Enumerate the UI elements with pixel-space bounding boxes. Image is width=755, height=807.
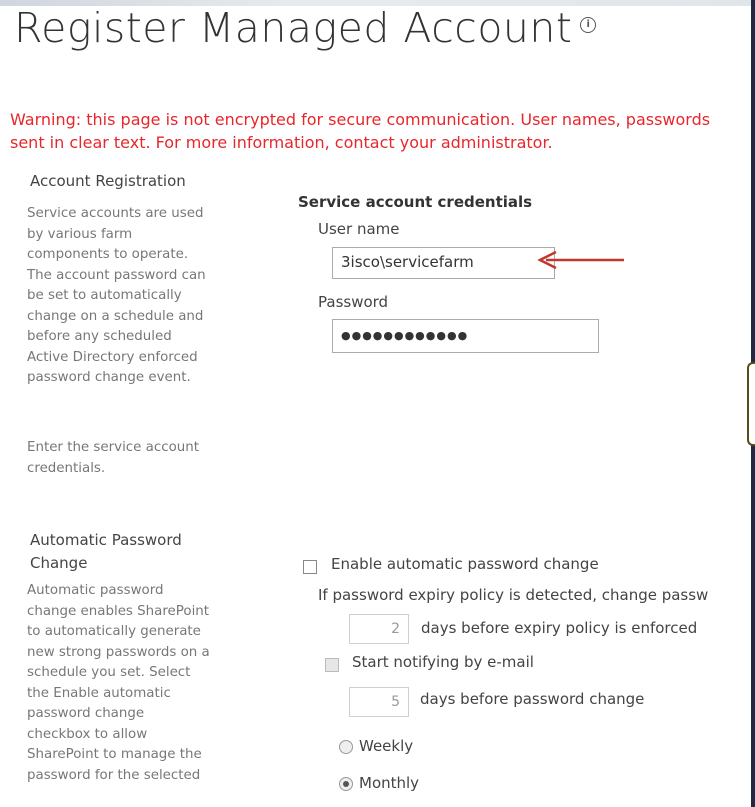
- desc-line: be set to automatically: [27, 288, 182, 303]
- desc-line: The account password can: [27, 267, 206, 283]
- desc-line: SharePoint to manage the: [27, 747, 202, 762]
- desc-line: before any scheduled: [27, 329, 172, 344]
- password-label: Password: [318, 293, 389, 311]
- heading-line: Change: [30, 554, 88, 572]
- username-label: User name: [318, 220, 400, 238]
- warning-line-2: sent in clear text. For more information…: [10, 133, 553, 152]
- account-registration-heading: Account Registration: [30, 172, 186, 190]
- desc-line: to automatically generate: [27, 624, 201, 639]
- desc-line: change on a schedule and: [27, 308, 204, 324]
- notify-email-label: Start notifying by e-mail: [352, 653, 534, 671]
- desc-line: components to operate.: [27, 247, 189, 262]
- weekly-radio[interactable]: [339, 740, 353, 754]
- days-before-expiry-label: days before expiry policy is enforced: [421, 619, 698, 637]
- auto-password-heading: Automatic Password Change: [30, 529, 182, 575]
- enter-credentials-description: Enter the service account credentials.: [27, 438, 199, 479]
- days-before-expiry-input[interactable]: 2: [349, 614, 409, 644]
- security-warning: Warning: this page is not encrypted for …: [10, 108, 755, 154]
- enable-auto-change-checkbox[interactable]: [303, 560, 317, 574]
- heading-line: Automatic Password: [30, 531, 182, 549]
- red-arrow-annotation: [537, 250, 624, 270]
- account-registration-description: Service accounts are used by various far…: [27, 204, 206, 389]
- page-title-text: Register Managed Account: [14, 4, 573, 52]
- desc-line: password change event.: [27, 370, 191, 385]
- desc-line: Service accounts are used: [27, 206, 204, 221]
- monthly-label: Monthly: [359, 774, 420, 792]
- notify-days-input[interactable]: 5: [349, 687, 409, 717]
- info-icon[interactable]: i: [580, 17, 597, 33]
- weekly-label: Weekly: [359, 737, 414, 755]
- password-input[interactable]: ●●●●●●●●●●●●: [332, 319, 599, 353]
- credentials-heading: Service account credentials: [298, 193, 533, 211]
- desc-line: password change: [27, 706, 145, 721]
- notify-days-label: days before password change: [420, 690, 645, 708]
- desc-line: Automatic password: [27, 583, 164, 598]
- desc-line: checkbox to allow: [27, 726, 148, 742]
- auto-password-description: Automatic password change enables ShareP…: [27, 581, 210, 786]
- monthly-radio[interactable]: [339, 777, 353, 791]
- desc-line: password for the selected: [27, 767, 201, 783]
- desc-line: new strong passwords on a: [27, 644, 210, 660]
- notify-email-checkbox[interactable]: [325, 658, 339, 672]
- username-input[interactable]: 3isco\servicefarm: [332, 247, 555, 279]
- desc-line: change enables SharePoint: [27, 603, 210, 619]
- desc-line: Active Directory enforced: [27, 349, 198, 365]
- expiry-policy-text: If password expiry policy is detected, c…: [318, 586, 709, 604]
- right-overlapping-panel: [747, 362, 755, 446]
- desc-line: by various farm: [27, 226, 133, 242]
- warning-line-1: Warning: this page is not encrypted for …: [10, 110, 711, 129]
- page-title: Register Managed Account i: [14, 4, 597, 52]
- desc-line: Enter the service account: [27, 440, 199, 455]
- desc-line: credentials.: [27, 460, 106, 476]
- desc-line: schedule you set. Select: [27, 665, 191, 680]
- desc-line: the Enable automatic: [27, 685, 171, 701]
- enable-auto-change-label: Enable automatic password change: [331, 555, 599, 573]
